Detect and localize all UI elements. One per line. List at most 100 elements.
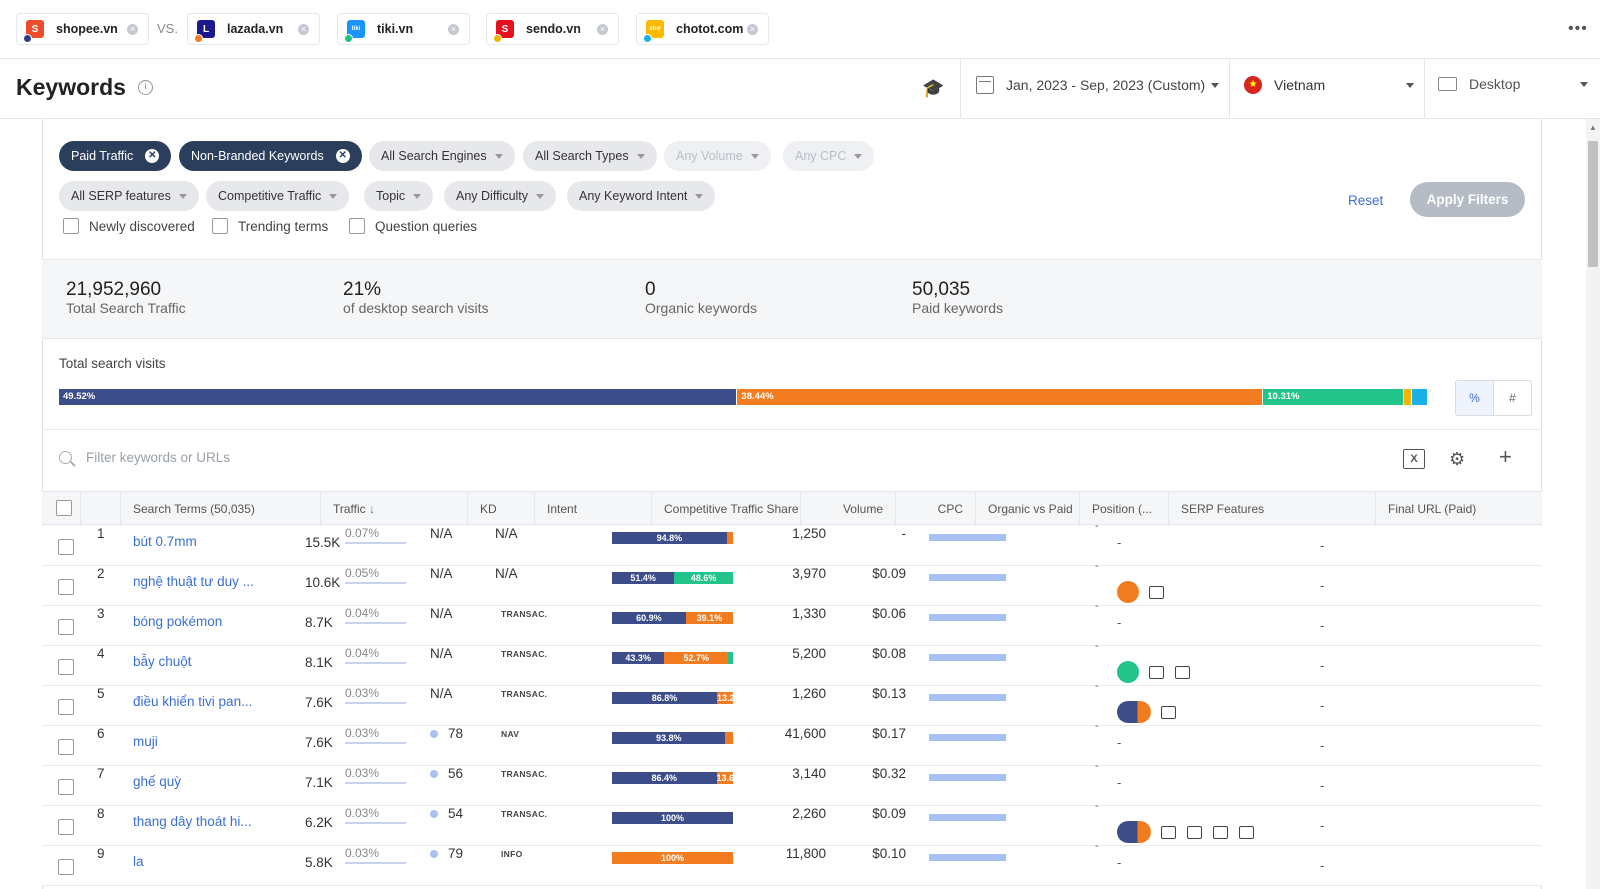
table-row[interactable]: 4 bẫy chuột 8.1K 0.04% N/A TRANSAC. 43.3% 52.7%…: [42, 640, 1542, 686]
col-kd[interactable]: KD: [468, 492, 535, 526]
knowledge-icon[interactable]: [1187, 825, 1202, 839]
checkbox[interactable]: [349, 218, 365, 234]
checkbox[interactable]: [212, 218, 228, 234]
col-cpc[interactable]: CPC: [896, 492, 976, 526]
select-all-checkbox[interactable]: [56, 500, 72, 516]
image-pack-icon[interactable]: [1117, 661, 1139, 683]
apply-filters-button[interactable]: Apply Filters: [1410, 182, 1525, 217]
remove-site-icon[interactable]: ×: [127, 23, 138, 35]
table-row[interactable]: 6 muji 7.6K 0.03% 78 NAV 93.8% 41,600 $0.17 - - -: [42, 720, 1542, 766]
target-icon[interactable]: [1149, 665, 1164, 679]
site-chip[interactable]: Ssendo.vn ×: [486, 13, 619, 45]
row-checkbox[interactable]: [58, 819, 74, 835]
news-icon[interactable]: [1213, 825, 1228, 839]
col-competitive-traffic-share[interactable]: Competitive Traffic Share: [652, 492, 801, 526]
keyword-link[interactable]: la: [133, 854, 144, 869]
keyword-link[interactable]: thang dây thoát hi...: [133, 814, 252, 829]
number-toggle[interactable]: #: [1494, 381, 1531, 415]
filter-pill[interactable]: Paid Traffic ✕: [59, 141, 172, 171]
traffic-share: 0.04%: [345, 606, 380, 620]
country-selector[interactable]: ★ Vietnam: [1244, 76, 1414, 94]
remove-site-icon[interactable]: ×: [597, 23, 608, 35]
col-traffic[interactable]: Traffic ↓: [321, 492, 468, 526]
col-position[interactable]: Position (...: [1080, 492, 1169, 526]
table-row[interactable]: 3 bóng pokémon 8.7K 0.04% N/A TRANSAC. 60.9% 39…: [42, 600, 1542, 646]
keyword-link[interactable]: điều khiển tivi pan...: [133, 694, 252, 709]
percent-toggle[interactable]: %: [1456, 381, 1494, 415]
checkbox[interactable]: [63, 218, 79, 234]
logo-glyph: S: [31, 23, 39, 35]
keyword-link[interactable]: bút 0.7mm: [133, 534, 197, 549]
col-final-url[interactable]: Final URL (Paid): [1376, 492, 1542, 526]
table-row[interactable]: 7 ghế quỳ 7.1K 0.03% 56 TRANSAC. 86.4%13.6% 3,1…: [42, 760, 1542, 806]
site-chip[interactable]: tiki tiki.vn ×: [337, 13, 470, 45]
table-row[interactable]: 8 thang dây thoát hi... 6.2K 0.03% 54 TRANSAC…: [42, 800, 1542, 846]
col-intent[interactable]: Intent: [535, 492, 652, 526]
keyword-link[interactable]: ghế quỳ: [133, 774, 181, 789]
filter-pill[interactable]: All SERP features: [59, 181, 199, 211]
ads-icon[interactable]: [1149, 585, 1164, 599]
shopping-icon[interactable]: [1117, 701, 1151, 723]
row-checkbox[interactable]: [58, 739, 74, 755]
scrollbar-thumb[interactable]: [1588, 141, 1598, 267]
remove-filter-icon[interactable]: ✕: [335, 149, 350, 163]
scroll-up-icon[interactable]: ▲: [1589, 123, 1597, 132]
site-chip[interactable]: chợ chotot.com ×: [636, 13, 769, 45]
filter-checkbox[interactable]: Question queries: [349, 218, 477, 234]
site-chip[interactable]: Llazada.vn ×: [187, 13, 320, 45]
row-checkbox[interactable]: [58, 779, 74, 795]
filter-checkbox[interactable]: Newly discovered: [63, 218, 195, 234]
keyword-link[interactable]: bẫy chuột: [133, 654, 192, 669]
filter-checkbox[interactable]: Trending terms: [212, 218, 328, 234]
site-chip[interactable]: Sshopee.vn ×: [16, 13, 149, 45]
col-serp-features[interactable]: SERP Features: [1169, 492, 1376, 526]
ads-icon[interactable]: [1239, 825, 1254, 839]
add-button[interactable]: +: [1499, 444, 1512, 470]
table-row[interactable]: 9 la 5.8K 0.03% 79 INFO 100% 11,800 $0.10 - - -: [42, 840, 1542, 886]
row-checkbox[interactable]: [58, 539, 74, 555]
shopping-icon[interactable]: [1117, 821, 1151, 843]
page-scrollbar[interactable]: ▲: [1586, 119, 1600, 889]
more-options-icon[interactable]: •••: [1568, 20, 1588, 38]
ads-icon[interactable]: [1175, 665, 1190, 679]
remove-site-icon[interactable]: ×: [747, 23, 758, 35]
excel-export-button[interactable]: X: [1403, 449, 1425, 469]
filter-pill[interactable]: Non-Branded Keywords ✕: [179, 141, 362, 171]
academy-icon[interactable]: 🎓: [922, 78, 944, 99]
col-volume[interactable]: Volume: [801, 492, 896, 526]
remove-filter-icon[interactable]: ✕: [145, 149, 160, 163]
keyword-link[interactable]: muji: [133, 734, 158, 749]
cpc-value: $0.17: [872, 726, 906, 741]
column-settings-button[interactable]: ⚙: [1449, 449, 1465, 470]
row-checkbox[interactable]: [58, 859, 74, 875]
row-checkbox[interactable]: [58, 659, 74, 675]
row-checkbox[interactable]: [58, 619, 74, 635]
ads-icon[interactable]: [1161, 705, 1176, 719]
reset-button[interactable]: Reset: [1348, 193, 1383, 208]
table-row[interactable]: 1 bút 0.7mm 15.5K 0.07% N/A N/A 94.8% 1,250 - - - -: [42, 520, 1542, 566]
filter-pill[interactable]: Topic: [364, 181, 434, 211]
keyword-link[interactable]: nghệ thuật tư duy ...: [133, 574, 254, 589]
kd-text: N/A: [430, 526, 453, 541]
device-selector[interactable]: Desktop: [1438, 76, 1588, 92]
date-range-selector[interactable]: Jan, 2023 - Sep, 2023 (Custom): [976, 76, 1220, 94]
search-input[interactable]: [86, 450, 386, 465]
keyword-link[interactable]: bóng pokémon: [133, 614, 222, 629]
row-checkbox[interactable]: [58, 699, 74, 715]
filter-pill[interactable]: Any Keyword Intent: [567, 181, 716, 211]
table-row[interactable]: 2 nghệ thuật tư duy ... 10.6K 0.05% N/A N/A 51…: [42, 560, 1542, 606]
image-icon[interactable]: [1161, 825, 1176, 839]
image-pack-icon[interactable]: [1117, 581, 1139, 603]
remove-site-icon[interactable]: ×: [298, 23, 309, 35]
table-row[interactable]: 5 điều khiển tivi pan... 7.6K 0.03% N/A TRANS…: [42, 680, 1542, 726]
site-name: tiki.vn: [377, 22, 414, 36]
filter-pill[interactable]: All Search Types: [523, 141, 657, 171]
info-icon[interactable]: i: [138, 80, 153, 95]
filter-pill[interactable]: All Search Engines: [369, 141, 515, 171]
filter-pill[interactable]: Any Difficulty: [444, 181, 557, 211]
row-checkbox[interactable]: [58, 579, 74, 595]
col-organic-vs-paid[interactable]: Organic vs Paid: [976, 492, 1080, 526]
remove-site-icon[interactable]: ×: [448, 23, 459, 35]
filter-pill[interactable]: Competitive Traffic: [206, 181, 350, 211]
col-search-terms[interactable]: Search Terms (50,035): [121, 492, 321, 526]
